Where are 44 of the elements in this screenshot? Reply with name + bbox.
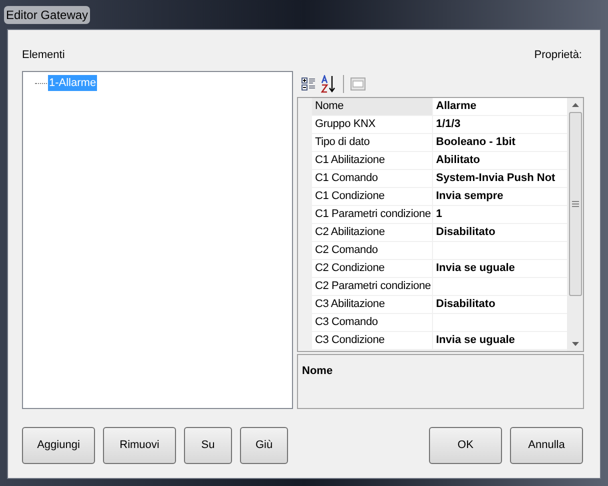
scroll-thumb[interactable] <box>568 112 582 296</box>
categorized-icon[interactable] <box>301 76 317 92</box>
sort-az-icon[interactable] <box>321 75 337 93</box>
property-name[interactable]: C1 Condizione <box>312 188 433 206</box>
property-value[interactable]: 1/1/3 <box>433 116 567 134</box>
scroll-down-icon[interactable] <box>572 342 578 346</box>
grip-icon <box>572 201 578 207</box>
property-name[interactable]: Nome <box>312 98 433 116</box>
property-value[interactable]: Invia se uguale <box>433 260 567 278</box>
property-value[interactable]: 1 <box>433 206 567 224</box>
section-label: Elementi <box>22 48 65 63</box>
property-name[interactable]: C1 Comando <box>312 170 433 188</box>
property-value[interactable]: Disabilitato <box>433 224 567 242</box>
property-name[interactable]: C2 Comando <box>312 242 433 260</box>
dialog-button[interactable]: Aggiungi <box>22 427 95 464</box>
scroll-up-icon[interactable] <box>572 103 578 107</box>
property-name[interactable]: C2 Abilitazione <box>312 224 433 242</box>
property-name[interactable]: C1 Abilitazione <box>312 152 433 170</box>
property-name[interactable]: C2 Parametri condizione <box>312 278 433 296</box>
property-name[interactable]: C3 Abilitazione <box>312 296 433 314</box>
property-value[interactable]: Disabilitato <box>433 296 567 314</box>
property-value[interactable]: Booleano - 1bit <box>433 134 567 152</box>
property-name[interactable]: Gruppo KNX <box>312 116 433 134</box>
section-label: Proprietà: <box>534 48 582 63</box>
dialog-button[interactable]: OK <box>429 427 502 464</box>
property-pages-icon[interactable] <box>350 76 366 92</box>
dialog-button[interactable]: Annulla <box>510 427 583 464</box>
property-value[interactable]: Invia se uguale <box>433 332 567 350</box>
property-value[interactable]: Allarme <box>433 98 567 116</box>
dialog-button[interactable]: Rimuovi <box>103 427 176 464</box>
dialog-button[interactable]: Su <box>184 427 232 464</box>
property-value[interactable]: Abilitato <box>433 152 567 170</box>
property-name[interactable]: C1 Parametri condizione <box>312 206 433 224</box>
window-title: Editor Gateway <box>4 6 90 24</box>
property-name[interactable]: C3 Condizione <box>312 332 433 350</box>
scrollbar[interactable] <box>567 98 583 351</box>
tree-line <box>35 82 47 84</box>
help-title: Nome <box>302 365 333 377</box>
property-value[interactable]: System-Invia Push Not <box>433 170 567 188</box>
property-name[interactable]: Tipo di dato <box>312 134 433 152</box>
property-value[interactable]: Invia sempre <box>433 188 567 206</box>
property-name[interactable]: C3 Comando <box>312 314 433 332</box>
property-name[interactable]: C2 Condizione <box>312 260 433 278</box>
dialog-button[interactable]: Giù <box>240 427 288 464</box>
